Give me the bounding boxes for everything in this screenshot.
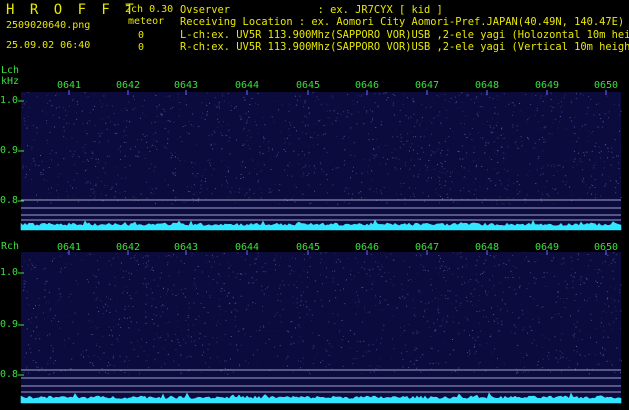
hrofft-window: H R O F F T 2ch 0.30 meteor 250902064​0.…	[0, 0, 629, 410]
waterfall-lch	[18, 90, 622, 231]
waterfall-plots	[18, 90, 622, 404]
waterfall-rch	[18, 250, 622, 404]
waterfall-background	[21, 252, 621, 402]
waterfall-background	[21, 92, 621, 230]
